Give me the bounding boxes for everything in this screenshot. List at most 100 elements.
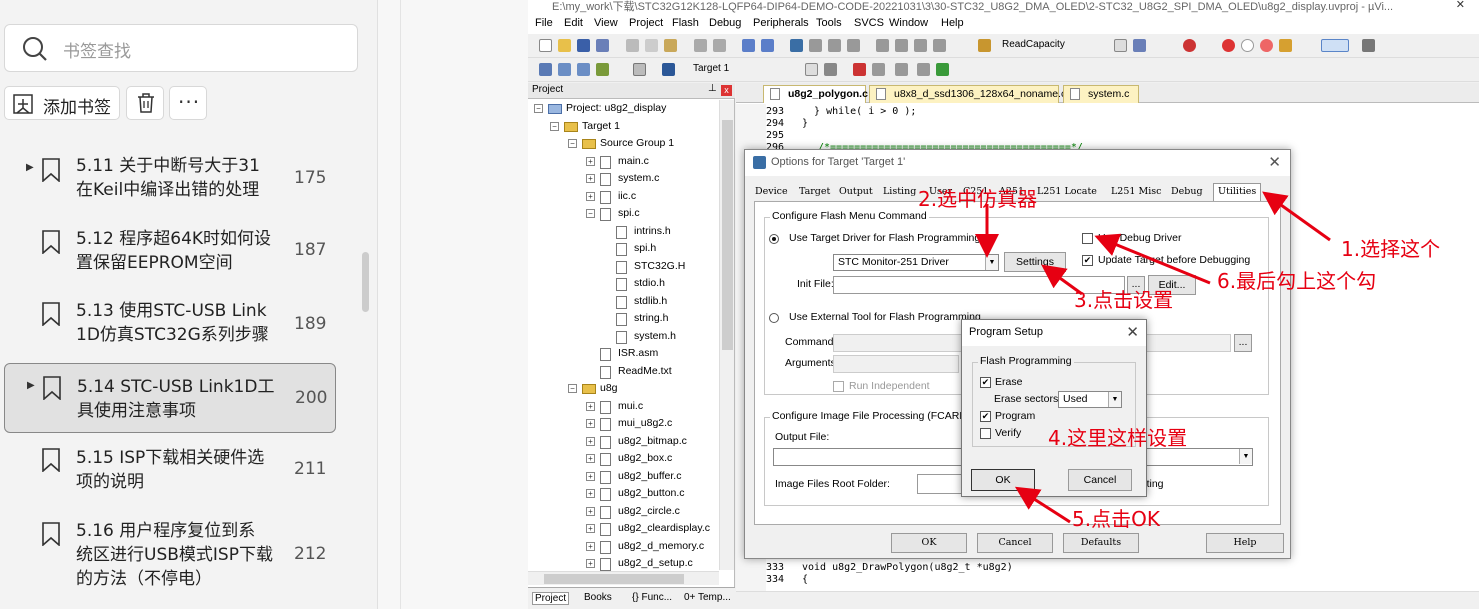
tab-books[interactable]: Books (584, 592, 612, 603)
nav-back-icon[interactable] (742, 39, 755, 52)
bookmark-scrollbar[interactable] (362, 252, 369, 312)
defaults-button[interactable]: Defaults (1063, 533, 1139, 553)
tab-target[interactable]: Target (799, 186, 830, 197)
menu-help[interactable]: Help (941, 17, 964, 29)
expand-icon[interactable]: + (586, 541, 595, 551)
build-icon[interactable] (558, 63, 571, 76)
editor-tab[interactable]: system.c (1063, 85, 1139, 103)
tab-l251-locate[interactable]: L251 Locate (1037, 186, 1097, 197)
target-dropdown-icon[interactable] (805, 63, 818, 76)
bookmark-item[interactable]: 5.13 使用STC-USB Link 1D仿真STC32G系列步骤 189 (4, 294, 336, 352)
tab-device[interactable]: Device (755, 186, 788, 197)
expand-icon[interactable]: + (586, 156, 595, 166)
expand-icon[interactable]: + (586, 401, 595, 411)
root-folder-input[interactable] (917, 474, 967, 494)
tab-utilities[interactable]: Utilities (1213, 183, 1262, 202)
help-button[interactable]: Help (1206, 533, 1284, 553)
unindent-icon[interactable] (895, 39, 908, 52)
update-target-checkbox[interactable]: ✔ (1082, 255, 1093, 266)
undo-icon[interactable] (694, 39, 707, 52)
expand-icon[interactable]: + (586, 436, 595, 446)
indent-icon[interactable] (876, 39, 889, 52)
menu-file[interactable]: File (535, 17, 553, 29)
bookmark-item[interactable]: 5.12 程序超64K时如何设 置保留EEPROM空间 187 (4, 222, 336, 280)
project-horizontal-scrollbar[interactable] (528, 571, 719, 585)
expand-icon[interactable]: + (586, 524, 595, 533)
tab-functions[interactable]: {} Func... (632, 592, 672, 603)
collapse-icon[interactable]: − (568, 384, 577, 393)
editor-horizontal-scrollbar[interactable] (736, 591, 1479, 609)
breakpoint-disable-icon[interactable] (1241, 39, 1254, 52)
select-packs-icon[interactable] (917, 63, 930, 76)
file-extensions-icon[interactable] (872, 63, 885, 76)
expand-icon[interactable]: + (586, 191, 595, 201)
comment-icon[interactable] (914, 39, 927, 52)
expand-icon[interactable]: + (586, 419, 595, 428)
tab-debug[interactable]: Debug (1171, 186, 1203, 197)
copy-icon[interactable] (645, 39, 658, 52)
arguments-input[interactable] (833, 355, 959, 373)
menu-flash[interactable]: Flash (672, 17, 699, 29)
save-all-icon[interactable] (596, 39, 609, 52)
breakpoint-insert-icon[interactable] (1222, 39, 1235, 52)
download-icon[interactable] (633, 63, 646, 76)
tab-project[interactable]: Project (532, 592, 570, 605)
expand-icon[interactable]: + (586, 174, 595, 183)
bookmark-toggle-icon[interactable] (790, 39, 803, 52)
bookmark-search-box[interactable]: 书签查找 (4, 24, 358, 72)
tab-l251-misc[interactable]: L251 Misc (1111, 186, 1161, 197)
tab-output[interactable]: Output (839, 186, 873, 197)
bookmark-item[interactable]: ▶ 5.11 关于中断号大于31 在Keil中编译出错的处理 175 (4, 150, 336, 208)
run-time-env-icon[interactable] (936, 63, 949, 76)
add-bookmark-button[interactable]: 添加书签 (4, 86, 120, 120)
pane-close-icon[interactable]: x (721, 85, 732, 96)
incremental-find-icon[interactable] (1133, 39, 1146, 52)
open-folder-icon[interactable] (558, 39, 571, 52)
run-independent-checkbox[interactable] (833, 381, 844, 392)
breakpoint-manage-icon[interactable] (1279, 39, 1292, 52)
bookmark-next-icon[interactable] (828, 39, 841, 52)
batch-build-icon[interactable] (596, 63, 609, 76)
tab-templates[interactable]: 0+ Temp... (684, 592, 731, 603)
configure-icon[interactable] (1362, 39, 1375, 52)
cut-icon[interactable] (626, 39, 639, 52)
tab-listing[interactable]: Listing (883, 186, 916, 197)
verify-checkbox[interactable] (980, 428, 991, 439)
target-select[interactable]: Target 1 (689, 61, 817, 78)
delete-bookmark-button[interactable] (126, 86, 164, 120)
command-browse-button[interactable]: ... (1234, 334, 1252, 352)
expand-icon[interactable]: + (586, 506, 595, 516)
stop-build-icon[interactable] (662, 63, 675, 76)
pack-installer-icon[interactable] (895, 63, 908, 76)
cancel-button[interactable]: Cancel (977, 533, 1053, 553)
collapse-icon[interactable]: − (550, 121, 559, 131)
window-close-icon[interactable]: ✕ (1456, 0, 1465, 11)
editor-tab[interactable]: u8x8_d_ssd1306_128x64_noname.c (869, 85, 1066, 103)
flash-driver-select[interactable]: STC Monitor-251 Driver ▼ (833, 254, 999, 271)
rebuild-icon[interactable] (577, 63, 590, 76)
ok-button[interactable]: OK (891, 533, 967, 553)
save-icon[interactable] (577, 39, 590, 52)
more-options-button[interactable]: ··· (169, 86, 207, 120)
program-setup-cancel-button[interactable]: Cancel (1068, 469, 1132, 491)
menu-edit[interactable]: Edit (564, 17, 583, 29)
expand-icon[interactable]: + (586, 454, 595, 463)
collapse-icon[interactable]: − (534, 104, 543, 113)
bookmark-item[interactable]: 5.16 用户程序复位到系 统区进行USB模式ISP下载 的方法（不停电） 21… (4, 514, 336, 596)
manage-components-icon[interactable] (853, 63, 866, 76)
expand-arrow-icon[interactable]: ▶ (26, 162, 34, 173)
new-file-icon[interactable] (539, 39, 552, 52)
menu-window[interactable]: Window (889, 17, 928, 29)
program-checkbox[interactable]: ✔ (980, 411, 991, 422)
menu-debug[interactable]: Debug (709, 17, 741, 29)
settings-button[interactable]: Settings (1004, 252, 1066, 272)
bookmark-prev-icon[interactable] (809, 39, 822, 52)
menu-view[interactable]: View (594, 17, 618, 29)
scrollbar-thumb[interactable] (544, 574, 684, 584)
bookmark-item[interactable]: 5.15 ISP下载相关硬件选 项的说明 211 (4, 440, 336, 498)
use-external-tool-radio[interactable] (769, 313, 779, 323)
use-debug-driver-checkbox[interactable] (1082, 233, 1093, 244)
pin-icon[interactable]: ⊥ (708, 83, 717, 94)
use-target-driver-radio[interactable] (769, 234, 779, 244)
menu-svcs[interactable]: SVCS (854, 17, 884, 29)
